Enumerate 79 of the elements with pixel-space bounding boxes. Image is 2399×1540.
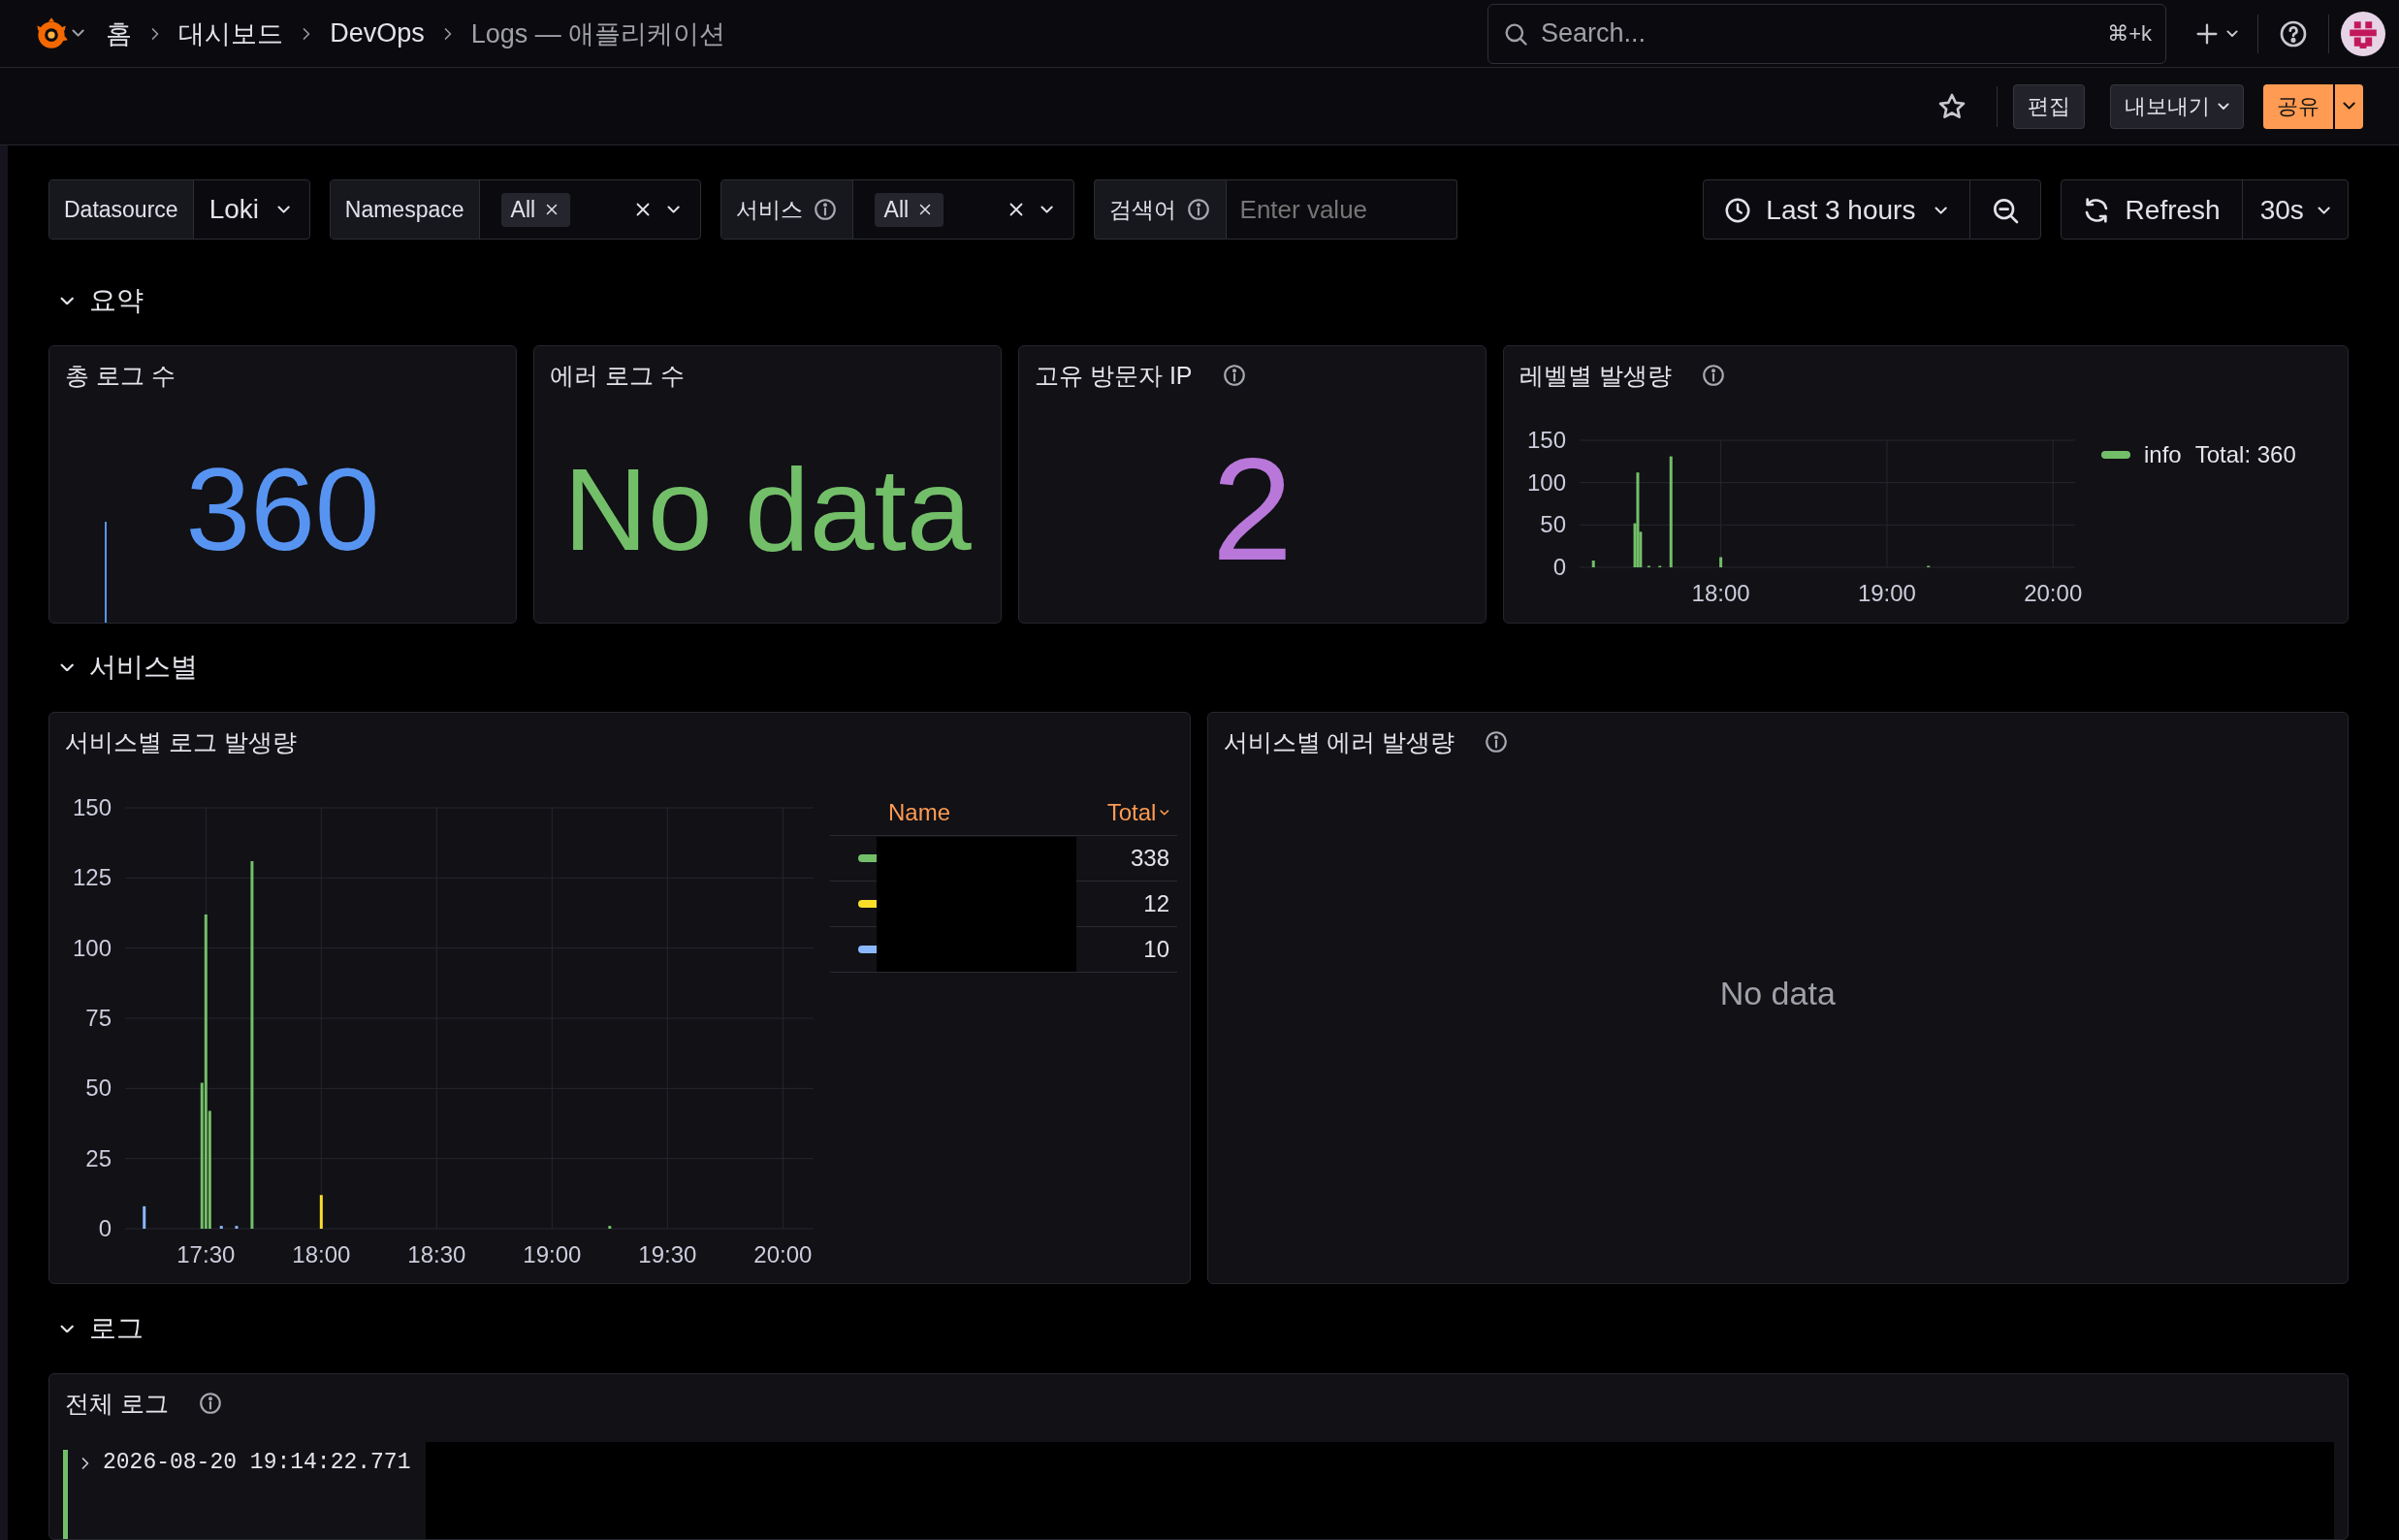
bar bbox=[1591, 561, 1595, 567]
bar bbox=[319, 1195, 323, 1229]
info-icon[interactable] bbox=[1221, 363, 1247, 388]
y-axis-label: 100 bbox=[72, 934, 112, 961]
legend-label[interactable]: info bbox=[2144, 441, 2182, 468]
y-axis-label: 150 bbox=[1526, 427, 1566, 453]
legend-total: 10 bbox=[1106, 927, 1177, 973]
no-data-message: No data bbox=[1719, 974, 1836, 1012]
y-axis-label: 50 bbox=[1540, 511, 1566, 538]
stat-value: 2 bbox=[1211, 435, 1294, 582]
column-header[interactable]: Total bbox=[1106, 790, 1177, 836]
section-title[interactable]: 요약 bbox=[89, 282, 144, 319]
breadcrumb-link[interactable]: 홈 bbox=[106, 16, 133, 51]
y-axis-label: 25 bbox=[85, 1144, 112, 1171]
x-axis-label: 18:30 bbox=[407, 1241, 466, 1267]
info-icon[interactable] bbox=[197, 1391, 223, 1416]
breadcrumb-link[interactable]: DevOps bbox=[330, 18, 425, 48]
x-axis-label: 20:00 bbox=[2024, 580, 2083, 606]
collapse-icon[interactable] bbox=[60, 662, 75, 672]
share-button[interactable]: 공유 bbox=[2262, 83, 2333, 129]
column-header[interactable]: Name bbox=[888, 790, 1107, 836]
section-title[interactable]: 서비스별 bbox=[89, 649, 199, 686]
export-button[interactable]: 내보내기 bbox=[2109, 83, 2244, 129]
caret-icon bbox=[1935, 206, 1948, 215]
variable-label: 검색어 bbox=[1108, 195, 1176, 224]
collapse-icon[interactable] bbox=[60, 296, 75, 305]
interval-button[interactable]: 30s bbox=[2242, 180, 2348, 239]
x-axis-label: 19:00 bbox=[523, 1241, 582, 1267]
panel-title: 총 로그 수 bbox=[65, 360, 176, 391]
info-icon[interactable] bbox=[1484, 729, 1510, 754]
edit-button[interactable]: 편집 bbox=[2012, 83, 2085, 129]
bar bbox=[1719, 557, 1723, 567]
caret-icon bbox=[2317, 206, 2330, 215]
legend-total: 338 bbox=[1106, 836, 1177, 882]
stat-value: No data bbox=[563, 450, 972, 567]
refresh-button[interactable]: Refresh bbox=[2061, 180, 2242, 239]
panel-title: 에러 로그 수 bbox=[550, 360, 685, 391]
section-title[interactable]: 로그 bbox=[89, 1310, 144, 1347]
y-axis-label: 100 bbox=[1526, 468, 1566, 496]
bar bbox=[219, 1226, 223, 1229]
y-axis-label: 75 bbox=[85, 1005, 112, 1031]
info-icon[interactable] bbox=[1700, 363, 1726, 388]
log-timestamp: 2026-08-20 19:14:22.771 bbox=[103, 1450, 412, 1475]
y-axis-label: 150 bbox=[72, 794, 112, 820]
stat-value: 360 bbox=[185, 450, 380, 567]
y-axis-label: 50 bbox=[85, 1075, 112, 1102]
caret-icon[interactable] bbox=[72, 29, 85, 38]
breadcrumb-link[interactable]: 대시보드 bbox=[178, 16, 284, 51]
bar bbox=[608, 1226, 612, 1229]
y-axis-label: 0 bbox=[1552, 554, 1566, 580]
shortcut-hint: ⌘+k bbox=[2107, 20, 2152, 47]
x-axis-label: 18:00 bbox=[1691, 580, 1750, 606]
y-axis-label: 125 bbox=[72, 864, 112, 891]
caret-icon bbox=[2226, 29, 2238, 38]
legend-total: 12 bbox=[1106, 882, 1177, 927]
x-axis-label: 17:30 bbox=[176, 1241, 236, 1267]
panel-title: 서비스별 로그 발생량 bbox=[65, 726, 297, 757]
search-bar[interactable]: Search... ⌘+k bbox=[1487, 3, 2166, 64]
info-icon[interactable] bbox=[1185, 197, 1211, 222]
caret-icon bbox=[2342, 102, 2355, 111]
collapse-icon[interactable] bbox=[60, 1324, 75, 1333]
bar bbox=[143, 1205, 146, 1229]
panel-title: 고유 방문자 IP bbox=[1035, 360, 1193, 391]
x-axis-label: 18:00 bbox=[292, 1241, 351, 1267]
search-field[interactable]: Search... bbox=[1539, 17, 2098, 49]
panel-title: 레벨별 발생량 bbox=[1519, 360, 1672, 391]
x-axis-label: 19:00 bbox=[1857, 580, 1916, 606]
bar bbox=[235, 1226, 239, 1229]
panel-title: 서비스별 에러 발생량 bbox=[1223, 726, 1455, 757]
avatar[interactable] bbox=[2341, 11, 2385, 56]
panel-title: 전체 로그 bbox=[65, 1388, 169, 1419]
breadcrumb-link[interactable]: Logs — 애플리케이션 bbox=[470, 16, 726, 51]
share-menu-button[interactable] bbox=[2334, 83, 2363, 129]
variable-input[interactable]: Enter value bbox=[1226, 179, 1457, 240]
x-axis-label: 19:30 bbox=[638, 1241, 697, 1267]
y-axis-label: 0 bbox=[98, 1215, 112, 1241]
x-axis-label: 20:00 bbox=[753, 1241, 813, 1267]
caret-icon bbox=[2217, 102, 2229, 111]
legend-total: Total: 360 bbox=[2194, 441, 2296, 468]
